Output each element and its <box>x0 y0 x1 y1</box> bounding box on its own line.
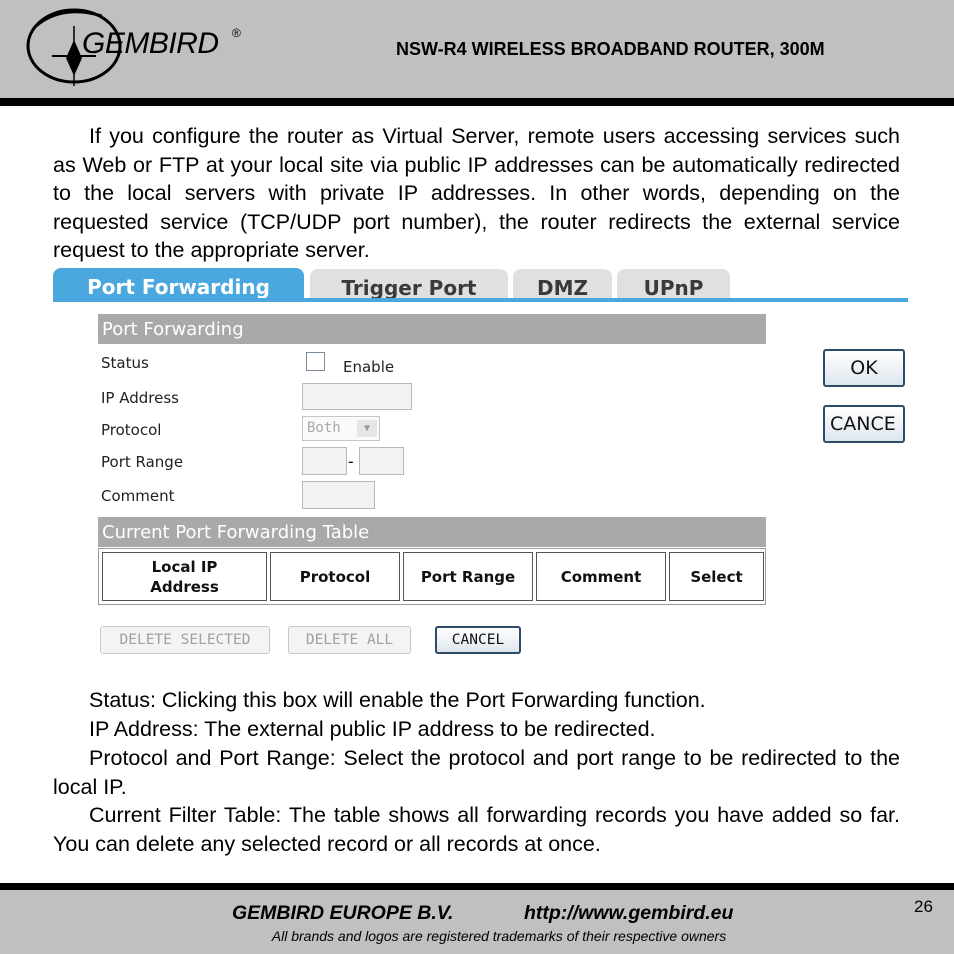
footer-company: GEMBIRD EUROPE B.V. <box>232 902 454 924</box>
column-comment: Comment <box>536 552 666 601</box>
cancel-button[interactable]: CANCE <box>823 405 905 443</box>
enable-checkbox[interactable] <box>306 352 325 371</box>
footer-rule <box>0 883 954 890</box>
intro-paragraph: If you configure the router as Virtual S… <box>53 122 900 265</box>
logo-text: GEMBIRD <box>82 27 219 60</box>
forwarding-table: Local IP Address Protocol Port Range Com… <box>98 548 766 605</box>
desc-status: Status: Clicking this box will enable th… <box>89 688 706 712</box>
tab-dmz[interactable]: DMZ <box>513 269 612 301</box>
port-range-label: Port Range <box>101 453 184 471</box>
tab-bar: Port Forwarding Trigger Port DMZ UPnP <box>53 265 908 302</box>
desc-filter-table: Current Filter Table: The table shows al… <box>53 803 900 856</box>
port-end-input[interactable] <box>359 447 404 475</box>
ip-address-input[interactable] <box>302 383 412 410</box>
enable-label: Enable <box>343 358 395 376</box>
registered-mark: ® <box>232 26 241 40</box>
port-start-input[interactable] <box>302 447 347 475</box>
tab-underline <box>53 298 908 302</box>
column-protocol: Protocol <box>270 552 400 601</box>
column-port-range: Port Range <box>403 552 533 601</box>
intro-text: If you configure the router as Virtual S… <box>53 124 900 262</box>
ip-address-label: IP Address <box>101 389 179 407</box>
ok-button[interactable]: OK <box>823 349 905 387</box>
column-local-ip: Local IP Address <box>102 552 267 601</box>
port-range-dash: - <box>348 452 354 471</box>
desc-ip-address: IP Address: The external public IP addre… <box>89 717 656 741</box>
desc-protocol: Protocol and Port Range: Select the prot… <box>53 746 900 799</box>
comment-input[interactable] <box>302 481 375 509</box>
section-current-table: Current Port Forwarding Table <box>98 517 766 547</box>
protocol-label: Protocol <box>101 421 162 439</box>
section-port-forwarding: Port Forwarding <box>98 314 766 344</box>
router-ui-screenshot: Port Forwarding Trigger Port DMZ UPnP Po… <box>53 265 908 657</box>
protocol-value: Both <box>307 420 341 436</box>
tab-port-forwarding[interactable]: Port Forwarding <box>53 268 304 301</box>
footer-trademark-note: All brands and logos are registered trad… <box>271 928 727 944</box>
chevron-down-icon: ▼ <box>357 420 377 437</box>
document-title: NSW-R4 WIRELESS BROADBAND ROUTER, 300M <box>396 39 825 59</box>
cancel-bottom-button[interactable]: CANCEL <box>435 626 521 654</box>
comment-label: Comment <box>101 487 175 505</box>
page-footer <box>0 890 954 954</box>
protocol-select[interactable]: Both ▼ <box>302 416 380 441</box>
column-select: Select <box>669 552 764 601</box>
tab-upnp[interactable]: UPnP <box>617 269 730 301</box>
delete-all-button[interactable]: DELETE ALL <box>288 626 411 654</box>
page-number: 26 <box>914 897 933 916</box>
delete-selected-button[interactable]: DELETE SELECTED <box>100 626 270 654</box>
status-label: Status <box>101 354 149 372</box>
footer-url[interactable]: http://www.gembird.eu <box>524 902 733 925</box>
tab-trigger-port[interactable]: Trigger Port <box>310 269 508 301</box>
